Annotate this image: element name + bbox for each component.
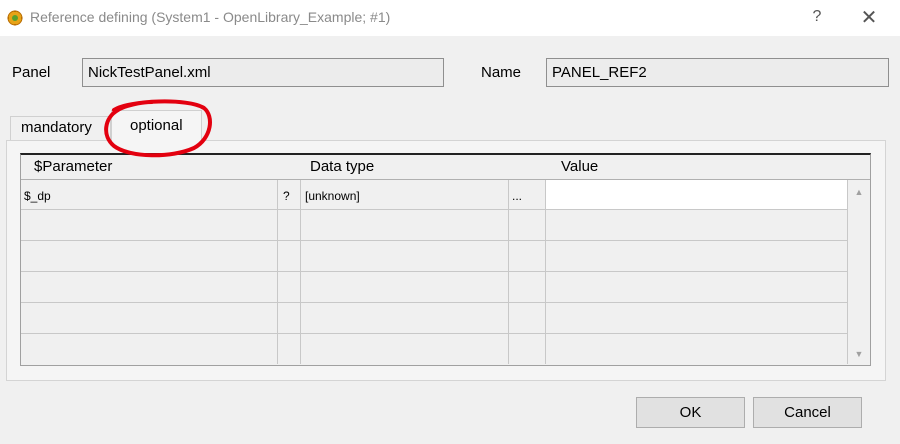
column-divider xyxy=(277,180,278,364)
cell-value-input[interactable] xyxy=(546,180,847,209)
row-divider xyxy=(21,240,848,241)
column-header-parameter: $Parameter xyxy=(34,158,113,175)
scroll-down-icon[interactable]: ▼ xyxy=(848,346,870,362)
window-title: Reference defining (System1 - OpenLibrar… xyxy=(30,9,391,25)
name-field[interactable]: PANEL_REF2 xyxy=(546,58,889,87)
row-divider xyxy=(21,271,848,272)
column-header-data-type: Data type xyxy=(310,158,375,175)
row-divider xyxy=(21,209,848,210)
cell-more-button[interactable]: ... xyxy=(512,189,522,203)
panel-field[interactable]: NickTestPanel.xml xyxy=(82,58,444,87)
help-icon[interactable]: ? xyxy=(806,5,828,29)
app-gear-icon xyxy=(7,10,23,26)
name-label: Name xyxy=(481,64,522,81)
column-divider xyxy=(300,180,301,364)
title-bar: Reference defining (System1 - OpenLibrar… xyxy=(0,0,900,36)
cell-flag[interactable]: ? xyxy=(283,189,290,203)
table-scrollbar[interactable]: ▲ ▼ xyxy=(848,180,870,364)
cell-parameter[interactable]: $_dp xyxy=(24,189,51,203)
column-divider xyxy=(508,180,509,364)
panel-label: Panel xyxy=(12,64,51,81)
row-divider xyxy=(21,302,848,303)
ok-button[interactable]: OK xyxy=(636,397,745,428)
tab-optional[interactable]: optional xyxy=(111,110,202,141)
column-header-value: Value xyxy=(561,158,599,175)
row-divider xyxy=(21,333,848,334)
close-icon[interactable]: ✕ xyxy=(856,6,882,30)
scroll-up-icon[interactable]: ▲ xyxy=(848,184,870,200)
cell-data-type[interactable]: [unknown] xyxy=(305,189,360,203)
tab-mandatory[interactable]: mandatory xyxy=(10,116,111,140)
cancel-button[interactable]: Cancel xyxy=(753,397,862,428)
